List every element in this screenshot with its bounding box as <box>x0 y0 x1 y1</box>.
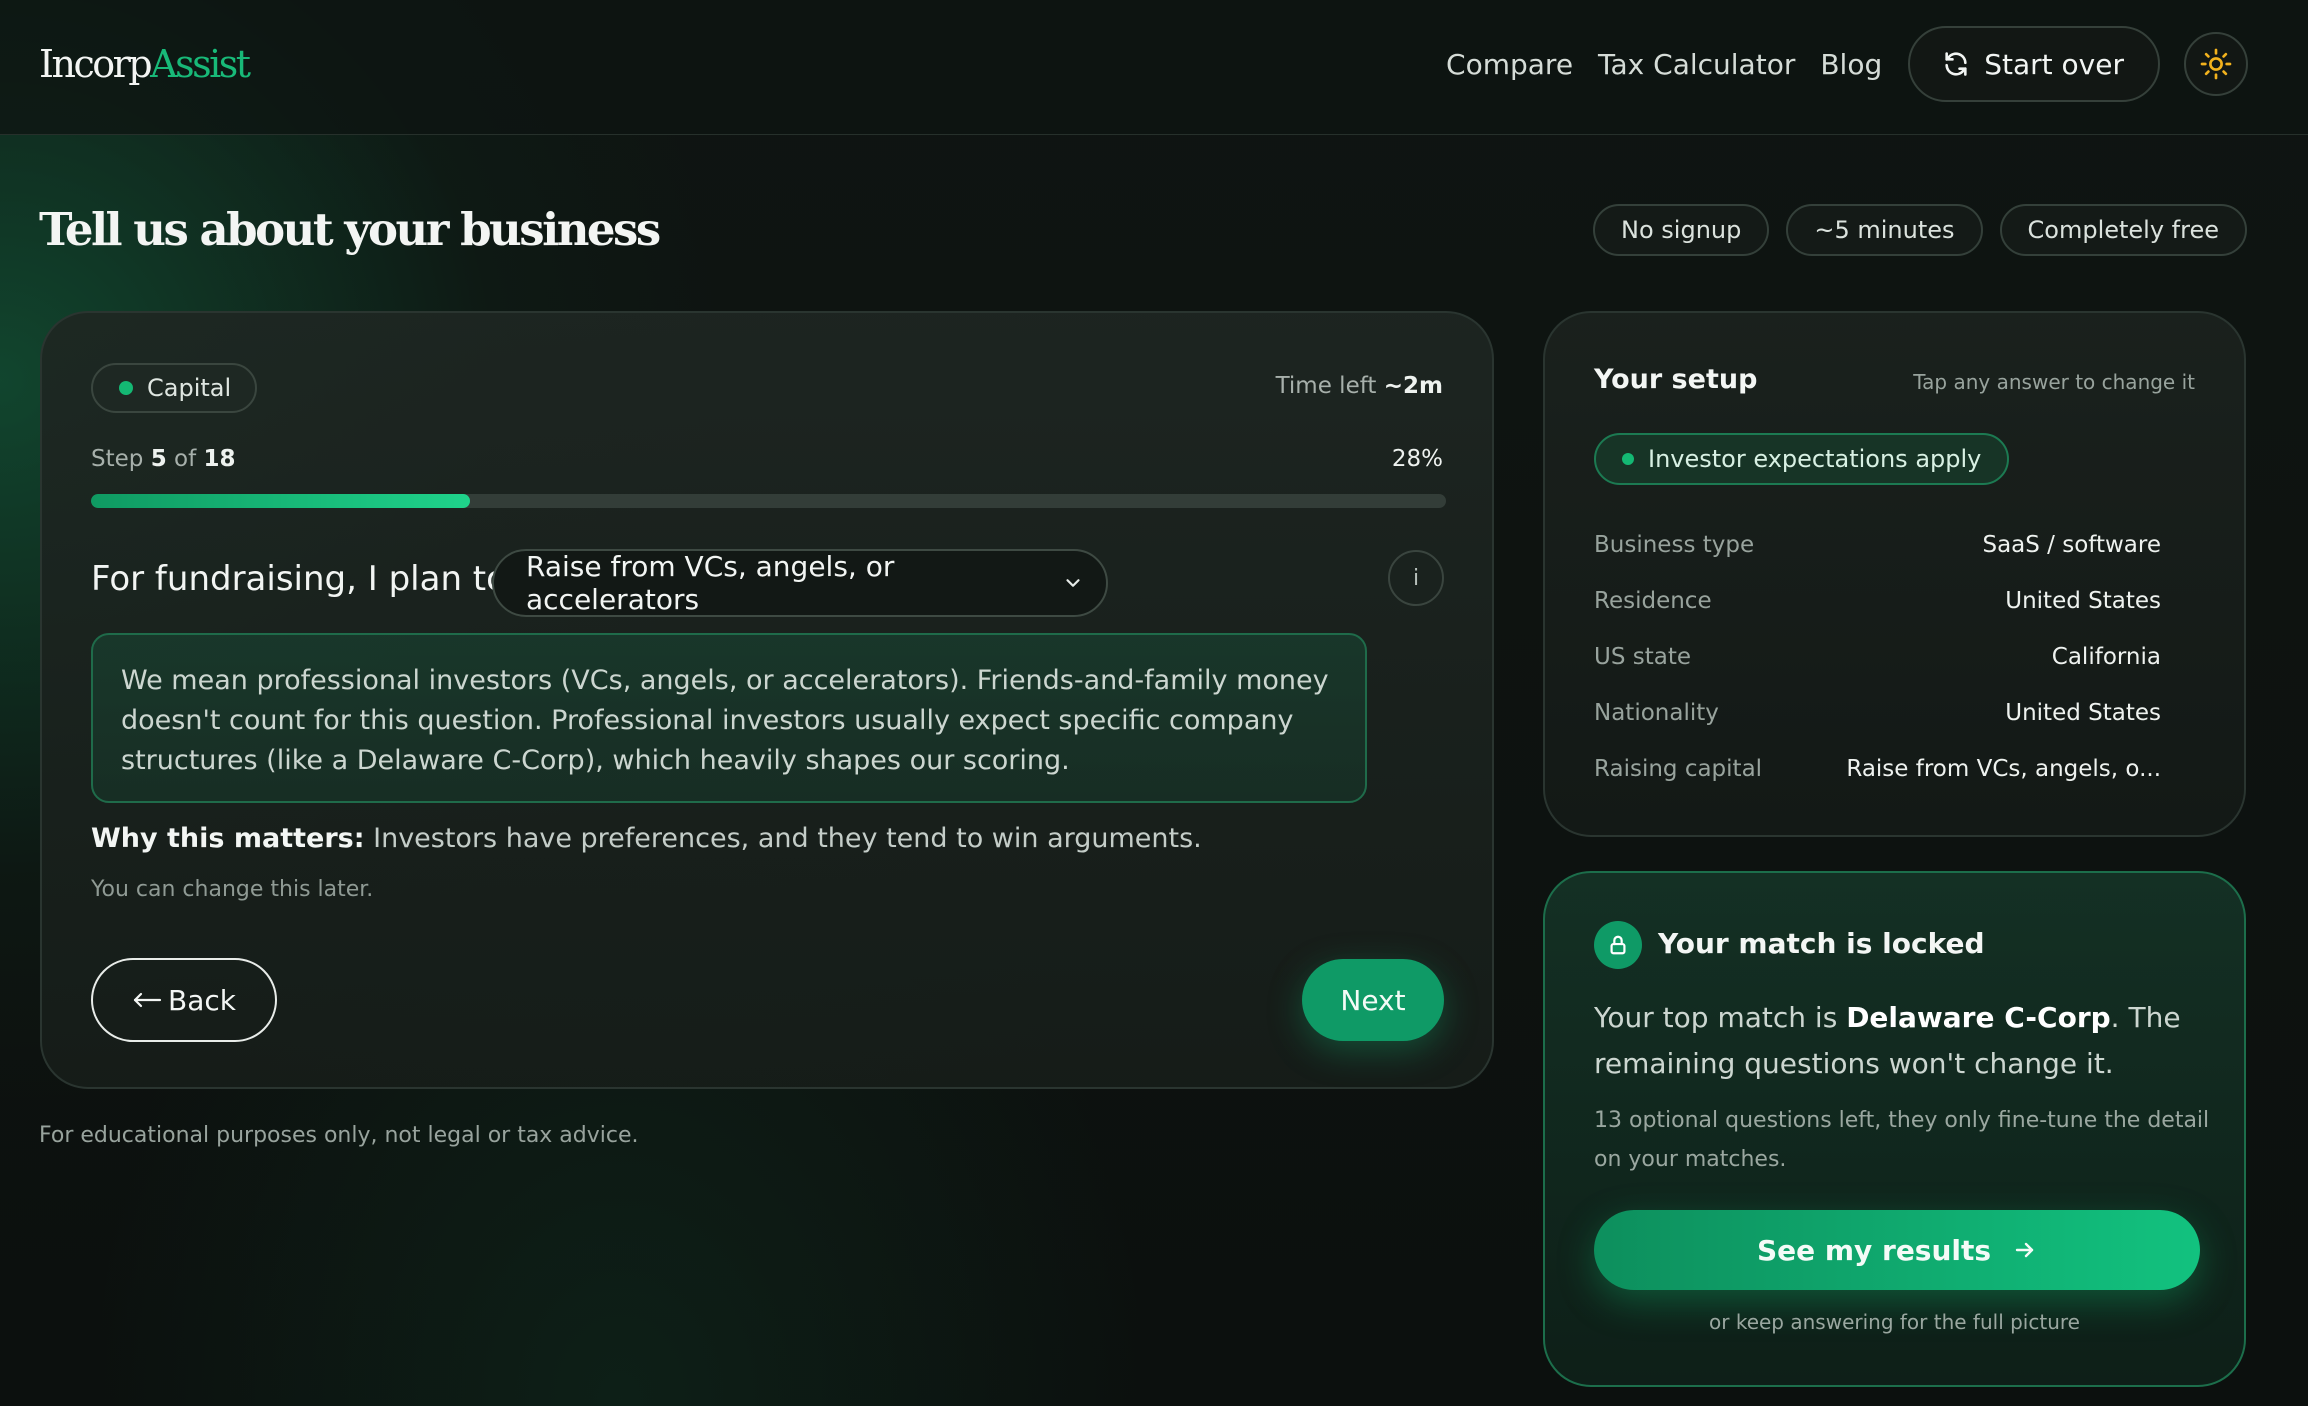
locked-note: 13 optional questions left, they only fi… <box>1594 1108 2210 1172</box>
time-left-label: Time left <box>1275 373 1377 399</box>
explanation-box: We mean professional investors (VCs, ang… <box>91 633 1367 803</box>
setup-row-nationality[interactable]: Nationality United States <box>1594 685 2161 741</box>
locked-title: Your match is locked <box>1658 927 1985 960</box>
why-text: Investors have preferences, and they ten… <box>364 823 1202 854</box>
question-label: For fundraising, I plan to <box>91 559 507 599</box>
pill-no-signup: No signup <box>1593 204 1770 256</box>
top-nav: Compare Tax Calculator Blog Start over <box>1446 26 2248 102</box>
nav-link-tax-calculator[interactable]: Tax Calculator <box>1598 48 1795 81</box>
investor-badge-dot <box>1622 453 1634 465</box>
nav-link-blog[interactable]: Blog <box>1820 48 1882 81</box>
setup-title: Your setup <box>1594 364 1758 395</box>
see-results-label: See my results <box>1756 1233 1992 1267</box>
setup-row-value: Raise from VCs, angels, o... <box>1846 756 2161 782</box>
next-label: Next <box>1340 983 1406 1017</box>
locked-body-prefix: Your top match is <box>1594 1001 1847 1034</box>
start-over-button[interactable]: Start over <box>1908 26 2160 102</box>
fundraising-select[interactable]: Raise from VCs, angels, or accelerators <box>492 549 1108 617</box>
match-locked-card: Your match is locked Your top match is D… <box>1543 871 2246 1387</box>
pill-duration: ~5 minutes <box>1786 204 1983 256</box>
setup-row-value: SaaS / software <box>1982 532 2161 558</box>
nav-link-compare[interactable]: Compare <box>1446 48 1573 81</box>
time-left: Time left ~2m <box>1276 373 1443 399</box>
setup-row-value: United States <box>2005 700 2161 726</box>
back-button[interactable]: Back <box>91 958 277 1042</box>
top-header: IncorpAssist Compare Tax Calculator Blog… <box>0 0 2308 135</box>
step-indicator: Step 5 of 18 <box>91 446 236 472</box>
step-of: of <box>174 446 197 472</box>
sun-icon <box>2200 48 2232 80</box>
progress-percent: 28% <box>1391 446 1443 472</box>
brand-name-part1: Incorp <box>39 42 153 86</box>
progress-bar <box>91 494 1446 508</box>
change-later-note: You can change this later. <box>91 877 374 902</box>
setup-row-key: Residence <box>1594 588 1712 614</box>
info-icon: i <box>1412 565 1420 591</box>
setup-row-us-state[interactable]: US state California <box>1594 629 2161 685</box>
category-dot <box>119 381 133 395</box>
setup-row-raising-capital[interactable]: Raising capital Raise from VCs, angels, … <box>1594 741 2161 797</box>
setup-row-value: United States <box>2005 588 2161 614</box>
setup-row-key: Business type <box>1594 532 1755 558</box>
setup-hint: Tap any answer to change it <box>1913 370 2195 394</box>
setup-row-key: US state <box>1594 644 1692 670</box>
locked-body: Your top match is Delaware C-Corp. The r… <box>1594 995 2204 1087</box>
setup-answers: Business type SaaS / software Residence … <box>1594 517 2161 797</box>
setup-row-value: California <box>2051 644 2161 670</box>
progress-fill <box>91 494 471 508</box>
setup-row-key: Nationality <box>1594 700 1719 726</box>
lock-badge <box>1594 921 1642 969</box>
category-chip: Capital <box>91 363 258 413</box>
question-card: Capital Time left ~2m Step 5 of 18 28% F… <box>40 311 1494 1089</box>
back-label: Back <box>168 983 236 1017</box>
info-button[interactable]: i <box>1388 550 1444 606</box>
disclaimer: For educational purposes only, not legal… <box>39 1123 639 1148</box>
setup-row-business-type[interactable]: Business type SaaS / software <box>1594 517 2161 573</box>
brand-logo[interactable]: IncorpAssist <box>39 40 251 88</box>
next-button[interactable]: Next <box>1302 959 1444 1041</box>
keep-answering-link[interactable]: or keep answering for the full picture <box>1545 1310 2244 1334</box>
investor-badge-label: Investor expectations apply <box>1648 445 1982 473</box>
brand-name-part2: Assist <box>150 42 251 86</box>
why-label: Why this matters: <box>91 823 365 854</box>
step-current: 5 <box>150 446 167 472</box>
arrow-right-icon <box>2015 1242 2034 1258</box>
setup-card: Your setup Tap any answer to change it I… <box>1543 311 2246 837</box>
investor-badge: Investor expectations apply <box>1594 433 2010 485</box>
see-results-button[interactable]: See my results <box>1594 1210 2200 1290</box>
lock-icon <box>1610 935 1626 955</box>
pill-free: Completely free <box>1999 204 2247 256</box>
arrow-left-icon <box>133 992 162 1008</box>
refresh-icon <box>1945 52 1967 76</box>
why-this-matters: Why this matters: Investors have prefere… <box>91 823 1202 854</box>
time-left-value: ~2m <box>1383 373 1443 399</box>
feature-pills: No signup ~5 minutes Completely free <box>1593 204 2247 256</box>
theme-toggle-button[interactable] <box>2184 32 2248 96</box>
page-title: Tell us about your business <box>39 203 661 256</box>
top-match-name: Delaware C-Corp <box>1846 1001 2111 1034</box>
step-label: Step <box>91 446 144 472</box>
step-total: 18 <box>203 446 236 472</box>
setup-row-residence[interactable]: Residence United States <box>1594 573 2161 629</box>
chevron-down-icon <box>1066 579 1080 587</box>
category-label: Capital <box>147 374 232 402</box>
fundraising-select-value: Raise from VCs, angels, or accelerators <box>526 550 895 616</box>
setup-row-key: Raising capital <box>1594 756 1763 782</box>
start-over-label: Start over <box>1984 47 2124 81</box>
